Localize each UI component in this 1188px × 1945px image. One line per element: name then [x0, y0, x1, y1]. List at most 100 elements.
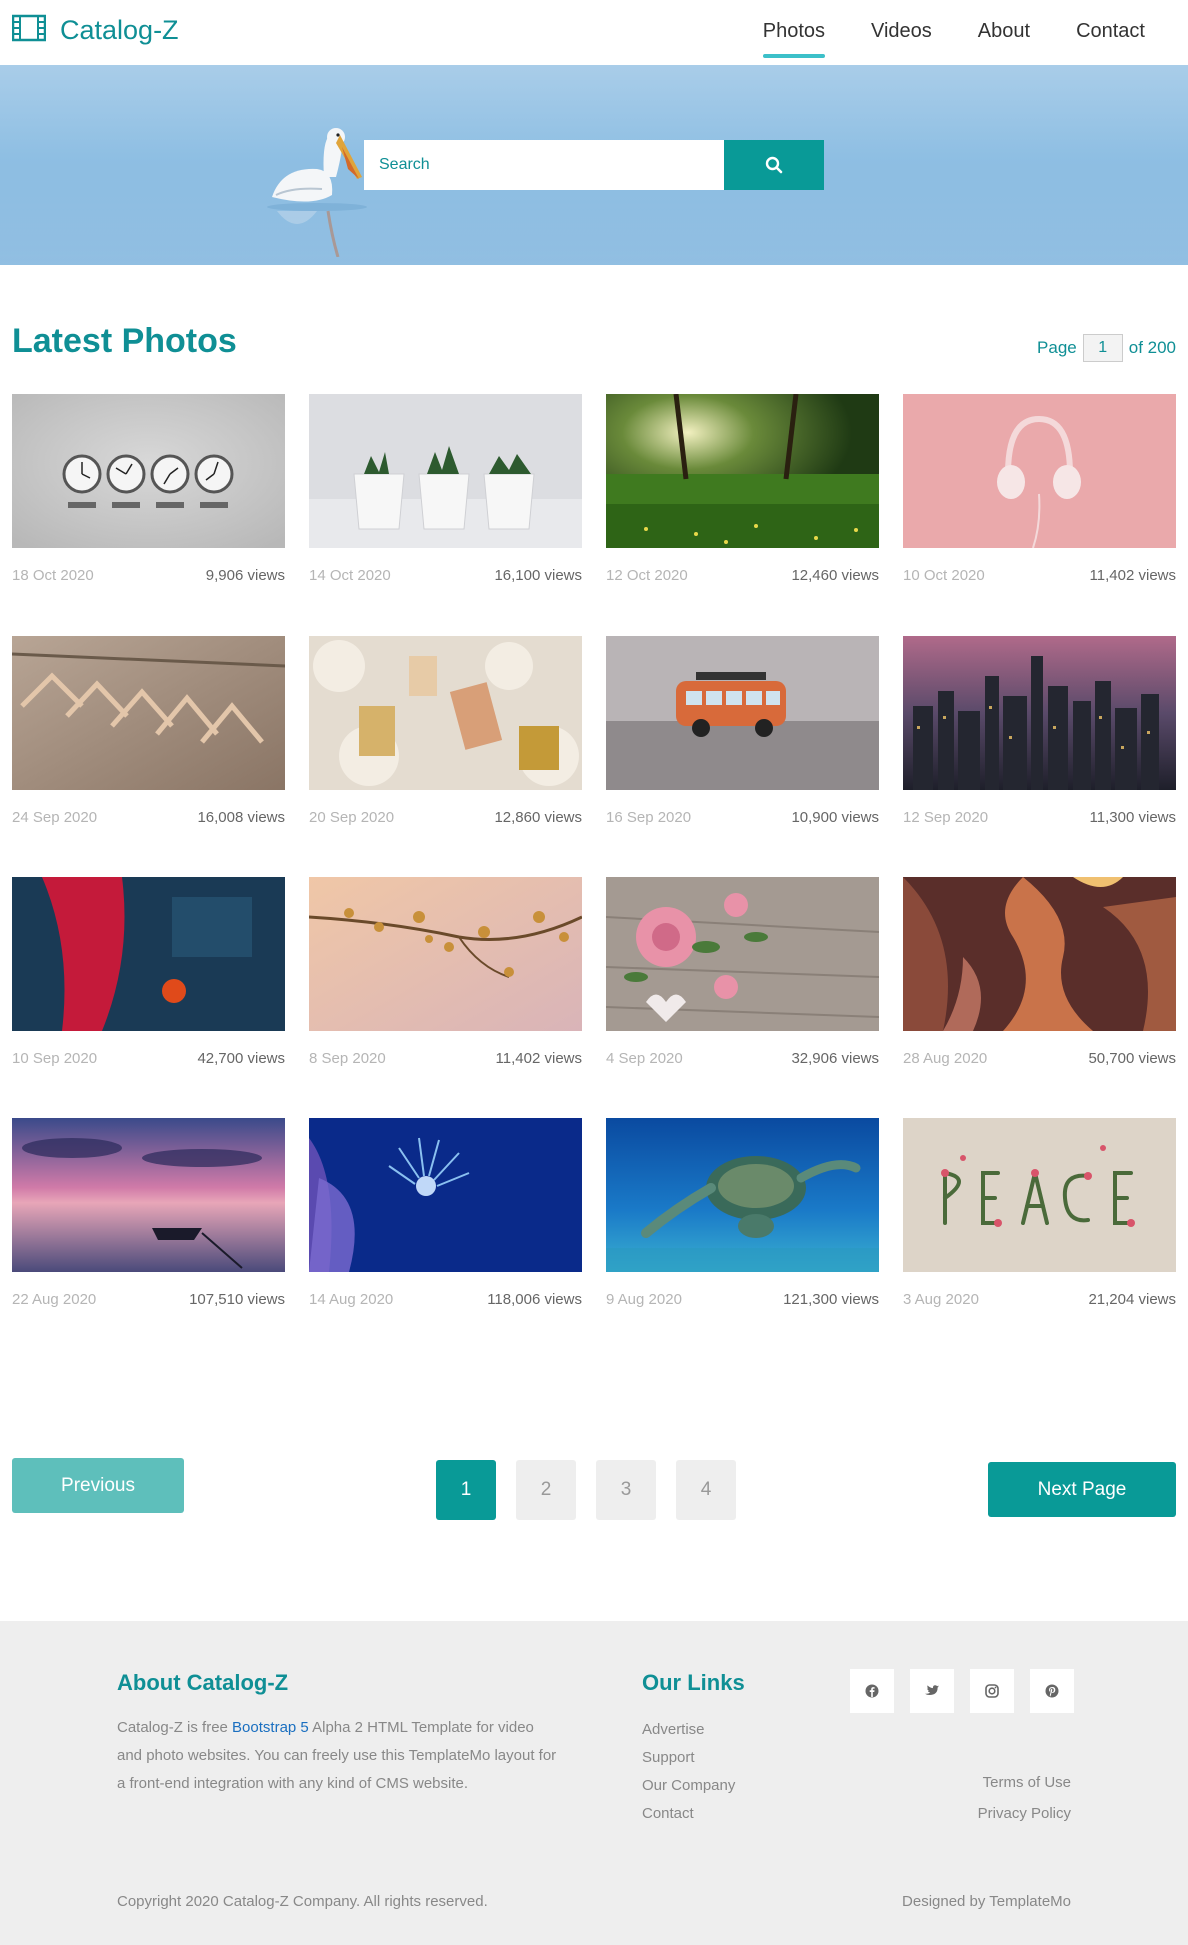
photo-views: 32,906 views — [791, 1050, 879, 1067]
photo-sea-anemone — [309, 1118, 582, 1272]
previous-button[interactable]: Previous — [12, 1458, 184, 1513]
photo-card[interactable]: 24 Sep 2020 16,008 views — [12, 636, 285, 826]
photo-toy-bus — [606, 636, 879, 790]
photo-views: 9,906 views — [205, 567, 285, 584]
footer: About Catalog-Z Catalog-Z is free Bootst… — [0, 1621, 1188, 1945]
facebook-button[interactable] — [850, 1669, 894, 1713]
footer-legal: Terms of Use Privacy Policy — [978, 1767, 1071, 1829]
photo-plants — [309, 394, 582, 548]
photo-views: 11,300 views — [1089, 809, 1176, 826]
photo-card[interactable]: 16 Sep 2020 10,900 views — [606, 636, 879, 826]
photo-card[interactable]: 12 Sep 2020 11,300 views — [903, 636, 1176, 826]
pinterest-button[interactable] — [1030, 1669, 1074, 1713]
photo-card[interactable]: 18 Oct 2020 9,906 views — [12, 394, 285, 584]
twitter-icon — [925, 1685, 939, 1695]
footer-links-title: Our Links — [642, 1670, 745, 1695]
photo-views: 16,100 views — [494, 567, 582, 584]
photo-date: 4 Sep 2020 — [606, 1050, 683, 1067]
pinterest-icon — [1045, 1684, 1059, 1698]
page-button-4[interactable]: 4 — [676, 1460, 736, 1520]
photo-date: 22 Aug 2020 — [12, 1291, 97, 1308]
navbar: Catalog-Z Photos Videos About Contact — [0, 0, 1188, 65]
photo-card[interactable]: 22 Aug 2020 107,510 views — [12, 1118, 285, 1308]
hero-banner — [0, 65, 1188, 265]
search-icon — [765, 156, 783, 174]
photo-card[interactable]: 10 Sep 2020 42,700 views — [12, 877, 285, 1067]
photo-turtle — [606, 1118, 879, 1272]
photo-hangers — [12, 636, 285, 790]
brand-name: Catalog-Z — [60, 15, 179, 45]
photo-sunset-boat — [12, 1118, 285, 1272]
nav-videos[interactable]: Videos — [848, 0, 955, 65]
main-nav: Photos Videos About Contact — [740, 0, 1168, 65]
photo-card[interactable]: 10 Oct 2020 11,402 views — [903, 394, 1176, 584]
photo-views: 50,700 views — [1088, 1050, 1176, 1067]
photo-card[interactable]: 9 Aug 2020 121,300 views — [606, 1118, 879, 1308]
instagram-button[interactable] — [970, 1669, 1014, 1713]
photo-date: 10 Sep 2020 — [12, 1050, 98, 1067]
photo-date: 12 Oct 2020 — [606, 567, 688, 584]
search-input[interactable] — [364, 140, 724, 190]
photo-blossom — [309, 877, 582, 1031]
photo-canyon — [903, 877, 1176, 1031]
photo-card[interactable]: 4 Sep 2020 32,906 views — [606, 877, 879, 1067]
page-indicator: Page 1 of 200 — [1037, 334, 1176, 362]
footer-about: About Catalog-Z Catalog-Z is free Bootst… — [117, 1670, 557, 1798]
facebook-icon — [865, 1684, 879, 1698]
footer-about-text: Catalog-Z is free Bootstrap 5 Alpha 2 HT… — [117, 1719, 557, 1792]
nav-photos[interactable]: Photos — [740, 0, 848, 65]
footer-link-advertise[interactable]: Advertise — [642, 1716, 745, 1744]
pagination: 1 2 3 4 — [436, 1460, 736, 1520]
film-icon — [11, 14, 47, 47]
footer-link-our-company[interactable]: Our Company — [642, 1772, 745, 1800]
photo-card[interactable]: 28 Aug 2020 50,700 views — [903, 877, 1176, 1067]
next-page-button[interactable]: Next Page — [988, 1462, 1176, 1517]
designed-by-text: Designed by TemplateMo — [902, 1893, 1071, 1910]
instagram-icon — [985, 1684, 999, 1698]
page-button-3[interactable]: 3 — [596, 1460, 656, 1520]
photo-card[interactable]: 8 Sep 2020 11,402 views — [309, 877, 582, 1067]
photo-views: 16,008 views — [197, 809, 285, 826]
photo-card[interactable]: 20 Sep 2020 12,860 views — [309, 636, 582, 826]
photo-roses — [606, 877, 879, 1031]
footer-link-contact[interactable]: Contact — [642, 1800, 745, 1828]
photo-date: 24 Sep 2020 — [12, 809, 98, 826]
photo-views: 121,300 views — [783, 1291, 879, 1308]
photo-card[interactable]: 14 Oct 2020 16,100 views — [309, 394, 582, 584]
photo-card[interactable]: 12 Oct 2020 12,460 views — [606, 394, 879, 584]
photo-abstract — [12, 877, 285, 1031]
page-button-2[interactable]: 2 — [516, 1460, 576, 1520]
photo-date: 12 Sep 2020 — [903, 809, 989, 826]
photo-peace — [903, 1118, 1176, 1272]
photo-date: 14 Oct 2020 — [309, 567, 391, 584]
photo-city — [903, 636, 1176, 790]
nav-about[interactable]: About — [955, 0, 1053, 65]
twitter-button[interactable] — [910, 1669, 954, 1713]
page-title: Latest Photos — [12, 322, 237, 360]
pelican-image — [267, 128, 367, 257]
photo-views: 42,700 views — [197, 1050, 285, 1067]
photo-views: 21,204 views — [1088, 1291, 1176, 1308]
photo-headphones — [903, 394, 1176, 548]
terms-link[interactable]: Terms of Use — [978, 1767, 1071, 1798]
photo-date: 3 Aug 2020 — [903, 1291, 979, 1308]
search-button[interactable] — [724, 140, 824, 190]
social-links — [850, 1669, 1074, 1713]
photo-perfume — [309, 636, 582, 790]
photo-card[interactable]: 3 Aug 2020 21,204 views — [903, 1118, 1176, 1308]
bootstrap-link[interactable]: Bootstrap 5 — [232, 1719, 309, 1736]
nav-contact[interactable]: Contact — [1053, 0, 1168, 65]
footer-link-support[interactable]: Support — [642, 1744, 745, 1772]
page-button-1[interactable]: 1 — [436, 1460, 496, 1520]
photo-date: 9 Aug 2020 — [606, 1291, 682, 1308]
brand-logo[interactable]: Catalog-Z — [11, 14, 179, 47]
page-prefix: Page — [1037, 338, 1077, 357]
photo-views: 118,006 views — [487, 1291, 582, 1308]
photo-card[interactable]: 14 Aug 2020 118,006 views — [309, 1118, 582, 1308]
page-suffix: of 200 — [1128, 338, 1176, 357]
search-form — [364, 140, 824, 190]
photo-date: 20 Sep 2020 — [309, 809, 395, 826]
page-number-input[interactable]: 1 — [1082, 334, 1123, 362]
privacy-link[interactable]: Privacy Policy — [978, 1798, 1071, 1829]
photo-date: 16 Sep 2020 — [606, 809, 692, 826]
